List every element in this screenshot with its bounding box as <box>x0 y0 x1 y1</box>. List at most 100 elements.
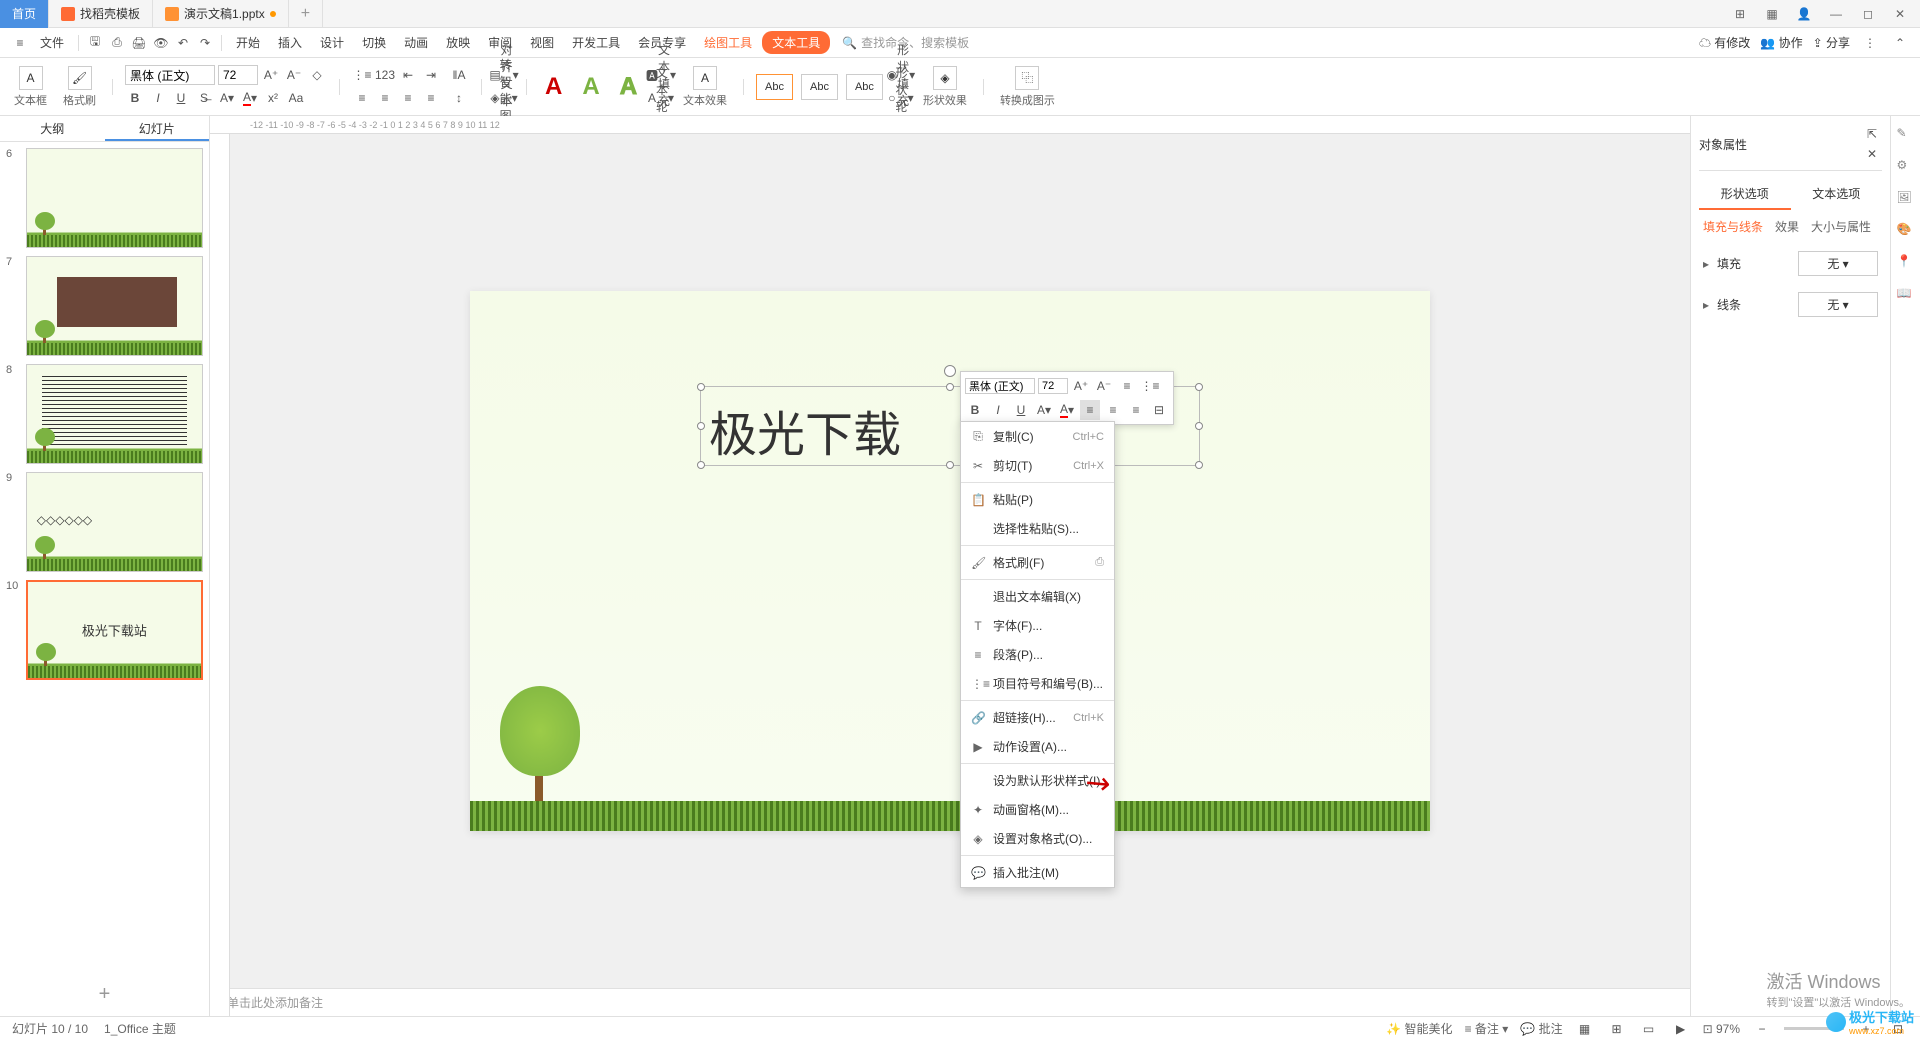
view-reading-icon[interactable]: ▭ <box>1639 1019 1659 1039</box>
menu-icon[interactable]: ≡ <box>10 33 30 53</box>
zoom-level[interactable]: ⊡ 97% <box>1703 1022 1740 1036</box>
menu-slideshow[interactable]: 放映 <box>438 30 478 55</box>
text-direction-icon[interactable]: ↕ <box>449 88 469 108</box>
minimize-button[interactable]: — <box>1824 4 1848 24</box>
thumb-7[interactable] <box>26 256 203 356</box>
superscript-icon[interactable]: x² <box>263 88 283 108</box>
side-pencil-icon[interactable]: ✎ <box>1897 126 1915 144</box>
thumb-10[interactable]: 极光下载站 <box>26 580 203 680</box>
align-right-icon[interactable]: ≡ <box>398 88 418 108</box>
mini-shrink-icon[interactable]: A⁻ <box>1094 376 1114 396</box>
text-style-a2[interactable]: A <box>576 73 605 101</box>
handle-ml[interactable] <box>697 422 705 430</box>
thumb-8[interactable] <box>26 364 203 464</box>
mini-italic-icon[interactable]: I <box>988 400 1008 420</box>
handle-bc[interactable] <box>946 461 954 469</box>
tab-slides[interactable]: 幻灯片 <box>105 116 210 141</box>
ctx-字体(F)...[interactable]: T字体(F)... <box>961 611 1114 640</box>
notes-button[interactable]: ≡ 备注 ▾ <box>1465 1020 1509 1037</box>
tab-outline[interactable]: 大纲 <box>0 116 105 141</box>
bold-icon[interactable]: B <box>125 88 145 108</box>
add-slide-button[interactable]: + <box>0 973 209 1016</box>
view-sorter-icon[interactable]: ⊞ <box>1607 1019 1627 1039</box>
file-menu[interactable]: 文件 <box>32 30 72 55</box>
ctx-退出文本编辑(X)[interactable]: 退出文本编辑(X) <box>961 582 1114 611</box>
notes-bar[interactable]: ≡ 单击此处添加备注 <box>210 988 1690 1016</box>
menu-dev[interactable]: 开发工具 <box>564 30 628 55</box>
text-effect-tool[interactable]: A文本效果 <box>679 66 731 108</box>
side-image-icon[interactable]: 🖼 <box>1897 190 1915 208</box>
tab-home[interactable]: 首页 <box>0 0 49 28</box>
ctx-粘贴(P)[interactable]: 📋粘贴(P) <box>961 485 1114 514</box>
align-justify-icon[interactable]: ≡ <box>421 88 441 108</box>
menu-view[interactable]: 视图 <box>522 30 562 55</box>
user-icon[interactable]: 👤 <box>1792 4 1816 24</box>
ctx-动作设置(A)...[interactable]: ▶动作设置(A)... <box>961 732 1114 761</box>
handle-br[interactable] <box>1195 461 1203 469</box>
view-slideshow-icon[interactable]: ▶ <box>1671 1019 1691 1039</box>
indent-dec-icon[interactable]: ⇤ <box>398 65 418 85</box>
save-icon[interactable]: 🖫 <box>85 33 105 53</box>
align-center-icon[interactable]: ≡ <box>375 88 395 108</box>
ctx-超链接(H)...[interactable]: 🔗超链接(H)...Ctrl+K <box>961 703 1114 732</box>
underline-icon[interactable]: U <box>171 88 191 108</box>
close-button[interactable]: ✕ <box>1888 4 1912 24</box>
mini-grow-icon[interactable]: A⁺ <box>1071 376 1091 396</box>
mini-highlight-icon[interactable]: A▾ <box>1034 400 1054 420</box>
zoom-out-icon[interactable]: − <box>1752 1019 1772 1039</box>
mini-underline-icon[interactable]: U <box>1011 400 1031 420</box>
subtab-fill-line[interactable]: 填充与线条 <box>1703 218 1763 235</box>
menu-texttool[interactable]: 文本工具 <box>762 31 830 54</box>
numbering-icon[interactable]: 123 <box>375 65 395 85</box>
align-left-icon[interactable]: ≡ <box>352 88 372 108</box>
tab-shape-options[interactable]: 形状选项 <box>1699 179 1791 210</box>
menu-start[interactable]: 开始 <box>228 30 268 55</box>
format-brush-tool[interactable]: 🖌格式刷 <box>59 66 100 108</box>
beautify-button[interactable]: ✨ 智能美化 <box>1386 1020 1452 1037</box>
handle-mr[interactable] <box>1195 422 1203 430</box>
rotate-handle[interactable] <box>944 365 956 377</box>
mini-color-icon[interactable]: A▾ <box>1057 400 1077 420</box>
convert-diagram-tool[interactable]: ⿻转换成图示 <box>996 66 1059 108</box>
redo-icon[interactable]: ↷ <box>195 33 215 53</box>
print-icon[interactable]: 🖨 <box>129 33 149 53</box>
textbox-tool[interactable]: A文本框 <box>10 66 51 108</box>
font-color-icon[interactable]: A▾ <box>240 88 260 108</box>
menu-insert[interactable]: 插入 <box>270 30 310 55</box>
subtab-effect[interactable]: 效果 <box>1775 218 1799 235</box>
tab-file[interactable]: 演示文稿1.pptx <box>153 0 289 28</box>
preview-icon[interactable]: 👁 <box>151 33 171 53</box>
thumbnails-list[interactable]: 6 7 8 9◇◇◇◇◇◇ 10极光下载站 <box>0 142 209 973</box>
subtab-size[interactable]: 大小与属性 <box>1811 218 1871 235</box>
ctx-项目符号和编号(B)...[interactable]: ⋮≡项目符号和编号(B)... <box>961 669 1114 698</box>
pin-icon[interactable]: ⇱ <box>1862 124 1882 144</box>
handle-bl[interactable] <box>697 461 705 469</box>
side-settings-icon[interactable]: ⚙ <box>1897 158 1915 176</box>
mini-merge-icon[interactable]: ⊟ <box>1149 400 1169 420</box>
side-paint-icon[interactable]: 🎨 <box>1897 222 1915 240</box>
coop-button[interactable]: 👥 协作 <box>1760 34 1802 51</box>
grow-font-icon[interactable]: A⁺ <box>261 65 281 85</box>
text-style-a3[interactable]: A <box>614 73 643 101</box>
text-outline-btn[interactable]: A 文本轮廓 ▾ <box>651 88 671 108</box>
line-select[interactable]: 无 ▾ <box>1798 292 1878 317</box>
tab-new[interactable]: + <box>289 0 323 28</box>
tab-template[interactable]: 找稻壳模板 <box>49 0 153 28</box>
mini-spacing-icon[interactable]: ≡ <box>1117 376 1137 396</box>
more-icon[interactable]: ⋮ <box>1860 33 1880 53</box>
shape-outline-btn[interactable]: ○ 形状轮廓 ▾ <box>891 88 911 108</box>
share-button[interactable]: ⇪ 分享 <box>1813 34 1850 51</box>
view-normal-icon[interactable]: ▦ <box>1575 1019 1595 1039</box>
layout-icon[interactable]: ⊞ <box>1728 4 1752 24</box>
mini-bold-icon[interactable]: B <box>965 400 985 420</box>
size-select[interactable] <box>218 65 258 85</box>
cloud-pending[interactable]: ☁ 有修改 <box>1699 34 1750 51</box>
thumb-9[interactable]: ◇◇◇◇◇◇ <box>26 472 203 572</box>
side-location-icon[interactable]: 📍 <box>1897 254 1915 272</box>
line-spacing-icon[interactable]: ‖A <box>449 65 469 85</box>
ctx-动画窗格(M)...[interactable]: ✦动画窗格(M)... <box>961 795 1114 824</box>
mini-align-right-icon[interactable]: ≡ <box>1126 400 1146 420</box>
comments-button[interactable]: 💬 批注 <box>1520 1020 1562 1037</box>
highlight-icon[interactable]: A▾ <box>217 88 237 108</box>
shape-style-2[interactable]: Abc <box>801 74 838 100</box>
